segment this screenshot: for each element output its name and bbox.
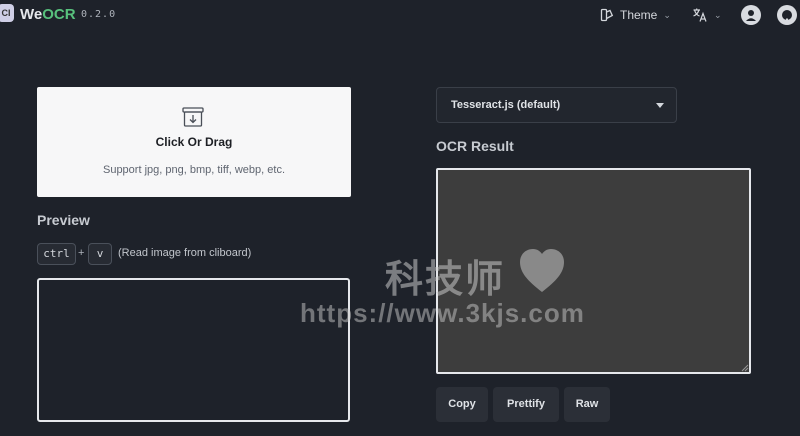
upload-dropzone[interactable]: Click Or Drag Support jpg, png, bmp, tif… bbox=[37, 87, 351, 197]
caret-down-icon bbox=[656, 103, 664, 108]
watermark-text: 科技师 bbox=[385, 259, 506, 301]
ocr-engine-select[interactable]: Tesseract.js (default) bbox=[436, 87, 677, 123]
brand-we: We bbox=[20, 6, 43, 23]
preview-title: Preview bbox=[37, 212, 90, 228]
raw-button[interactable]: Raw bbox=[564, 387, 610, 422]
user-icon bbox=[746, 10, 756, 21]
paste-hint: (Read image from cliboard) bbox=[118, 247, 252, 259]
palette-icon bbox=[600, 8, 614, 22]
kbd-ctrl: ctrl bbox=[37, 243, 76, 265]
chevron-down-icon: ⌄ bbox=[714, 9, 722, 20]
ocr-engine-value: Tesseract.js (default) bbox=[451, 99, 561, 111]
ocr-result-title: OCR Result bbox=[436, 138, 514, 154]
theme-label: Theme bbox=[620, 8, 658, 22]
resize-handle-icon[interactable] bbox=[741, 364, 749, 372]
upload-title: Click Or Drag bbox=[155, 135, 233, 149]
brand-ocr: OCR bbox=[42, 6, 76, 23]
app-logo: CI bbox=[0, 4, 14, 22]
copy-button[interactable]: Copy bbox=[436, 387, 488, 422]
chevron-down-icon: ⌄ bbox=[663, 9, 671, 20]
upload-subtitle: Support jpg, png, bmp, tiff, webp, etc. bbox=[102, 164, 285, 176]
prettify-button[interactable]: Prettify bbox=[493, 387, 559, 422]
kbd-v: v bbox=[88, 243, 112, 265]
github-button[interactable] bbox=[777, 5, 797, 25]
theme-button[interactable]: Theme ⌄ bbox=[600, 6, 671, 24]
kbd-plus: + bbox=[78, 247, 85, 259]
heart-icon bbox=[520, 249, 564, 292]
translate-icon bbox=[693, 8, 707, 22]
archive-download-icon bbox=[182, 107, 204, 127]
app-header: CI WeOCR 0.2.0 Theme ⌄ ⌄ bbox=[0, 0, 800, 30]
language-button[interactable]: ⌄ bbox=[692, 6, 722, 24]
version-label: 0.2.0 bbox=[81, 9, 117, 20]
github-icon bbox=[782, 10, 792, 22]
watermark-url: https://www.3kjs.com bbox=[300, 298, 585, 328]
user-button[interactable] bbox=[741, 5, 761, 25]
brand-title[interactable]: WeOCR bbox=[20, 6, 76, 23]
